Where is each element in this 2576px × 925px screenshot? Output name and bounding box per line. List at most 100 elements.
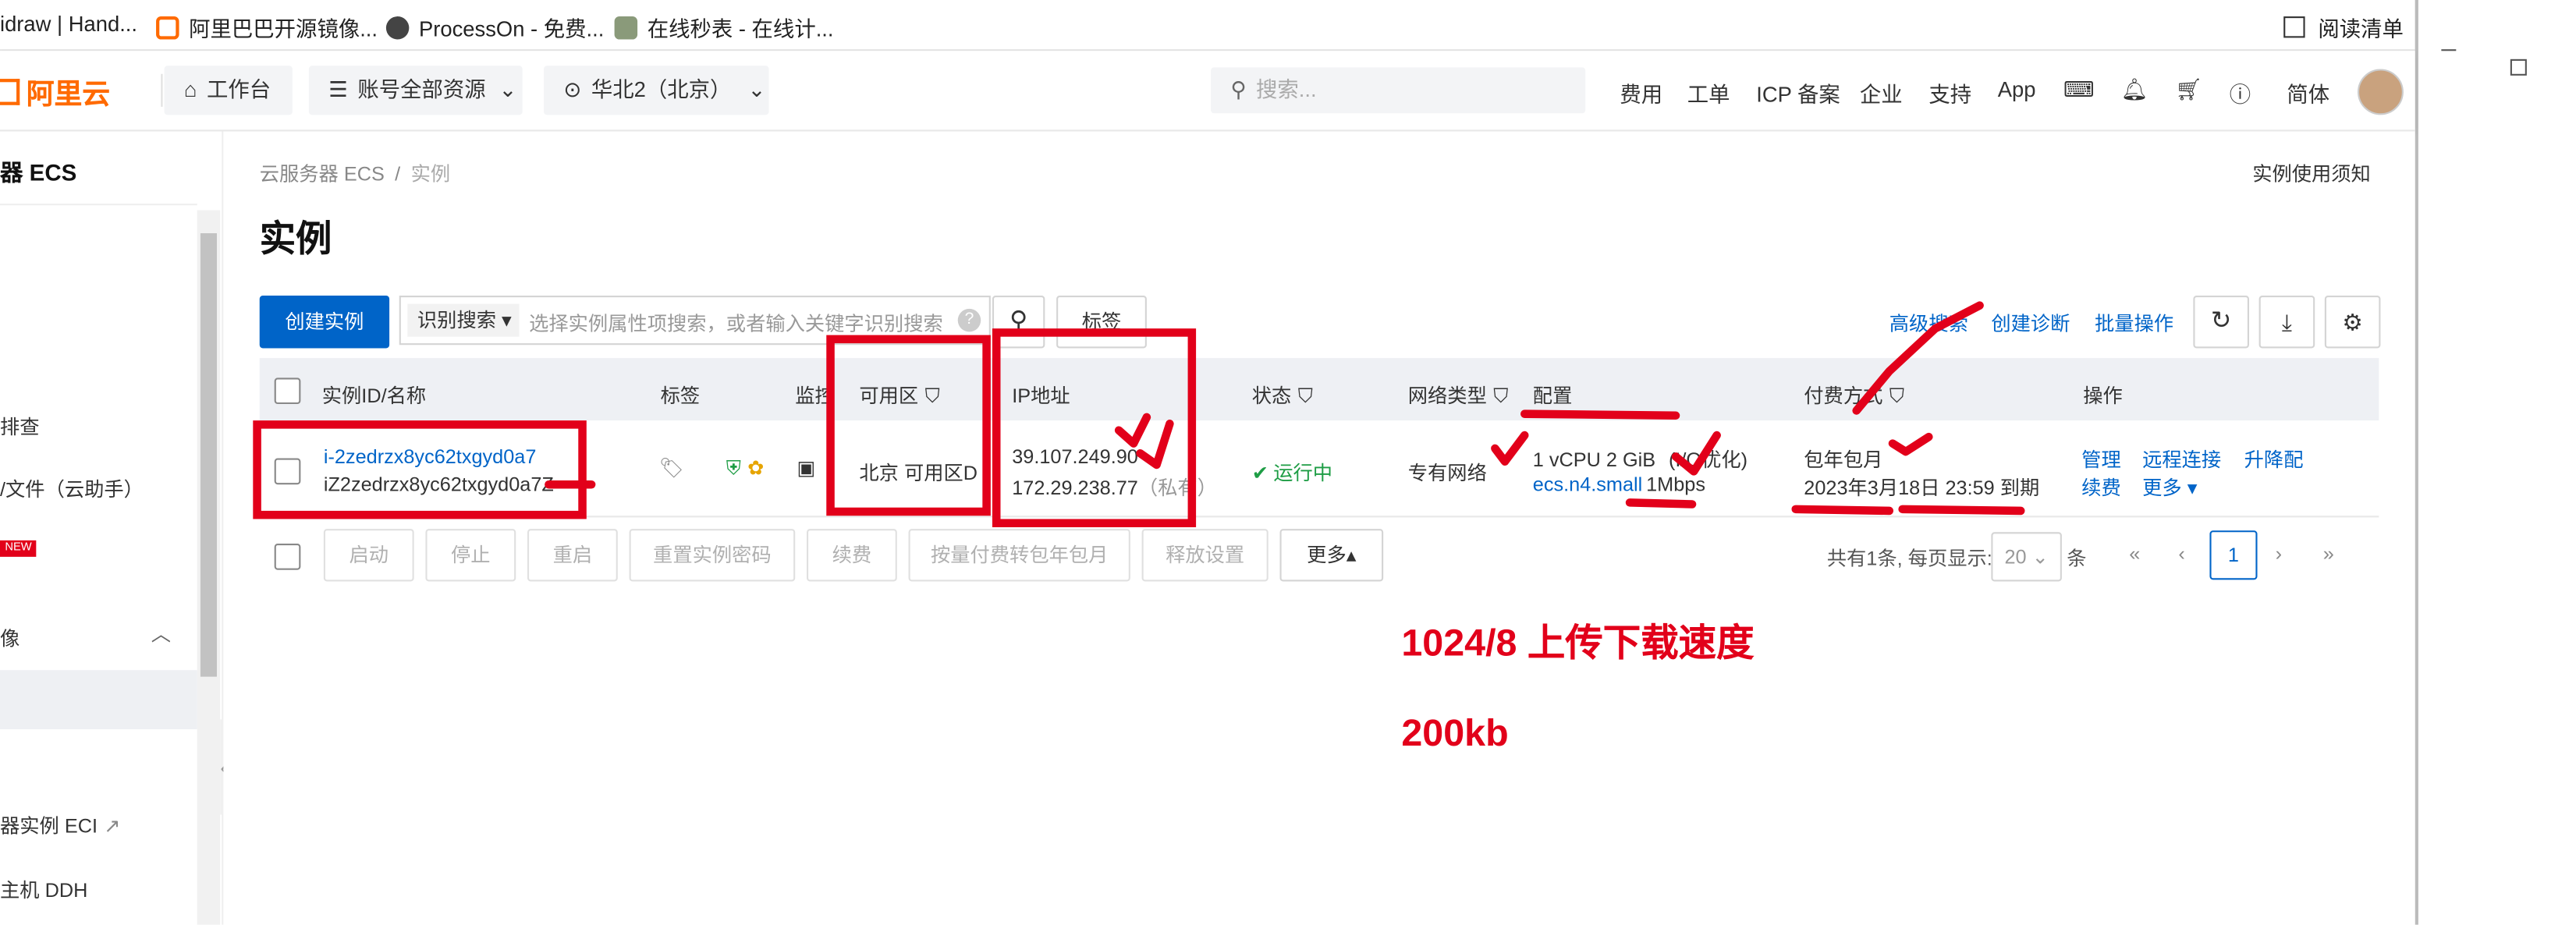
sidebar-item-troubleshoot[interactable]: 排查 <box>0 413 40 441</box>
restart-button[interactable]: 重启 <box>527 529 618 582</box>
sidebar-scrollbar[interactable] <box>197 210 221 925</box>
terminal-icon[interactable]: ⌨ <box>2063 77 2095 104</box>
chevron-up-icon[interactable]: ︿ <box>151 619 171 647</box>
release-settings-button[interactable]: 释放设置 <box>1141 529 1268 582</box>
page-size-select[interactable]: 20 ⌄ <box>1991 532 2062 582</box>
breadcrumb: 云服务器 ECS / 实例 <box>259 162 451 186</box>
first-page-icon[interactable]: « <box>2129 542 2140 565</box>
bell-icon[interactable]: 🔔︎ <box>2121 77 2148 104</box>
plugin-icon[interactable]: ✿ <box>747 456 764 479</box>
global-search-input[interactable]: ⚲ 搜索... <box>1211 67 1586 114</box>
scrollbar-thumb[interactable] <box>200 233 217 677</box>
minimize-icon[interactable] <box>2441 49 2457 51</box>
database-icon: ☰ <box>328 76 348 102</box>
sidebar-item-ddh[interactable]: 主机 DDH <box>0 875 87 903</box>
col-tags: 标签 <box>660 384 701 408</box>
col-actions: 操作 <box>2083 384 2123 408</box>
bookmarks-bar: idraw | Hand... 阿里巴巴开源镜像... ProcessOn - … <box>0 0 2415 51</box>
download-button[interactable]: ⤓ <box>2258 296 2315 349</box>
search-icon: ⚲ <box>1230 76 1247 102</box>
sidebar-title: 器 ECS <box>0 159 77 186</box>
sidebar-item-eci[interactable]: 器实例 ECI ↗ <box>0 811 121 839</box>
col-status[interactable]: 状态 ⛉ <box>1252 381 1313 409</box>
convert-billing-button[interactable]: 按量付费转包年包月 <box>908 529 1130 582</box>
sidebar-item-cloud-assistant[interactable]: /文件（云助手） <box>0 475 144 503</box>
more-actions-button[interactable]: 更多▴ <box>1279 529 1384 582</box>
batch-ops-link[interactable]: 批量操作 <box>2095 309 2173 337</box>
nav-billing[interactable]: 费用 <box>1620 77 1662 108</box>
col-billing[interactable]: 付费方式 ⛉ <box>1804 381 1904 409</box>
location-icon: ⊙ <box>563 76 582 102</box>
bookmark-idraw[interactable]: idraw | Hand... <box>0 12 137 37</box>
action-resize[interactable]: 升降配 <box>2244 445 2304 473</box>
filter-icon[interactable]: ⛉ <box>1298 385 1313 407</box>
action-renew[interactable]: 续费 <box>2081 473 2121 501</box>
cart-icon[interactable]: 🛒︎ <box>2175 77 2202 104</box>
breadcrumb-ecs[interactable]: 云服务器 ECS <box>260 162 385 185</box>
nav-icp[interactable]: ICP 备案 <box>1756 77 1840 108</box>
reading-list[interactable]: 阅读清单 <box>2283 12 2404 43</box>
settings-button[interactable]: ⚙ <box>2324 296 2381 349</box>
page-size-unit: 条 <box>2067 547 2087 570</box>
advanced-search-link[interactable]: 高级搜索 <box>1889 309 1968 337</box>
next-page-icon[interactable]: › <box>2276 542 2282 565</box>
bookmark-processon[interactable]: ProcessOn - 免费... <box>385 12 604 43</box>
region-selector[interactable]: ⊙ 华北2（北京） ⌄ <box>544 66 769 115</box>
instance-search-input[interactable]: 选择实例属性项搜索，或者输入关键字识别搜索 <box>529 309 943 337</box>
help-icon[interactable]: ? <box>957 308 981 332</box>
filter-icon[interactable]: ⛉ <box>1889 385 1904 407</box>
chevron-down-icon: ⌄ <box>747 76 766 102</box>
reset-password-button[interactable]: 重置实例密码 <box>629 529 796 582</box>
workbench-button[interactable]: ⌂ 工作台 <box>164 66 293 115</box>
bookmark-stopwatch[interactable]: 在线秒表 - 在线计... <box>614 12 834 43</box>
help-icon[interactable]: ⓘ <box>2230 77 2251 108</box>
aliyun-logo-icon <box>0 79 20 105</box>
breadcrumb-instances: 实例 <box>410 162 451 186</box>
table-header <box>259 358 2379 421</box>
nav-support[interactable]: 支持 <box>1928 77 1971 108</box>
search-type-select[interactable]: 识别搜索 ▾ <box>407 303 520 337</box>
select-all-checkbox[interactable] <box>274 377 301 405</box>
refresh-icon: ↻ <box>2210 307 2232 335</box>
console-topbar: 阿里云 ⌂ 工作台 ☰ 账号全部资源 ⌄ ⊙ 华北2（北京） ⌄ ⚲ 搜索... 费用 工单… <box>0 51 2415 132</box>
nav-enterprise[interactable]: 企业 <box>1860 77 1903 108</box>
sidebar: 器 ECS 排查 /文件（云助手） NEW 像 ︿ 器实例 ECI ↗ 主机 DD… <box>0 131 240 925</box>
action-more[interactable]: 更多 ▾ <box>2142 473 2197 501</box>
sidebar-item-image[interactable]: 像 <box>0 624 20 652</box>
col-network[interactable]: 网络类型 ⛉ <box>1408 381 1509 409</box>
resource-selector[interactable]: ☰ 账号全部资源 ⌄ <box>308 66 523 115</box>
filter-icon[interactable]: ⛉ <box>1493 385 1508 407</box>
annotation-box-instance <box>253 420 587 519</box>
page-title: 实例 <box>259 218 332 260</box>
main-content <box>223 131 2415 925</box>
last-page-icon[interactable]: » <box>2323 542 2334 565</box>
sidebar-item-selected[interactable] <box>0 670 197 730</box>
aliyun-logo[interactable]: 阿里云 <box>0 71 110 112</box>
create-instance-button[interactable]: 创建实例 <box>259 296 390 349</box>
stop-button[interactable]: 停止 <box>425 529 516 582</box>
security-shield-icon[interactable]: ⛨ <box>726 456 741 481</box>
action-remote-connect[interactable]: 远程连接 <box>2142 445 2221 473</box>
refresh-button[interactable]: ↻ <box>2193 296 2249 349</box>
nav-tickets[interactable]: 工单 <box>1687 77 1730 108</box>
annotation-kb-note: 200kb <box>1401 711 1509 754</box>
expire-time: 2023年3月18日 23:59 到期 <box>1804 476 2040 500</box>
renew-button[interactable]: 续费 <box>806 529 897 582</box>
bookmark-aliyun-mirror[interactable]: 阿里巴巴开源镜像... <box>156 12 378 43</box>
tag-icon[interactable]: 🏷︎ <box>658 456 683 479</box>
current-page[interactable]: 1 <box>2209 530 2258 580</box>
config-spec: 1 vCPU 2 GiB (I/O优化) <box>1532 448 1748 472</box>
start-button[interactable]: 启动 <box>323 529 414 582</box>
notice-link[interactable]: 实例使用须知 <box>2252 159 2371 187</box>
col-config: 配置 <box>1532 384 1573 408</box>
diagnose-link[interactable]: 创建诊断 <box>1991 309 2070 337</box>
avatar[interactable] <box>2357 69 2404 115</box>
nav-app[interactable]: App <box>1998 77 2036 102</box>
prev-page-icon[interactable]: ‹ <box>2178 542 2184 565</box>
action-manage[interactable]: 管理 <box>2081 445 2121 473</box>
monitor-chart-icon[interactable]: ▣ <box>797 456 815 479</box>
footer-select-checkbox[interactable] <box>274 544 301 570</box>
maximize-icon[interactable] <box>2510 58 2527 76</box>
language-switch[interactable]: 简体 <box>2287 77 2329 108</box>
config-type-link[interactable]: ecs.n4.small <box>1533 473 1642 495</box>
